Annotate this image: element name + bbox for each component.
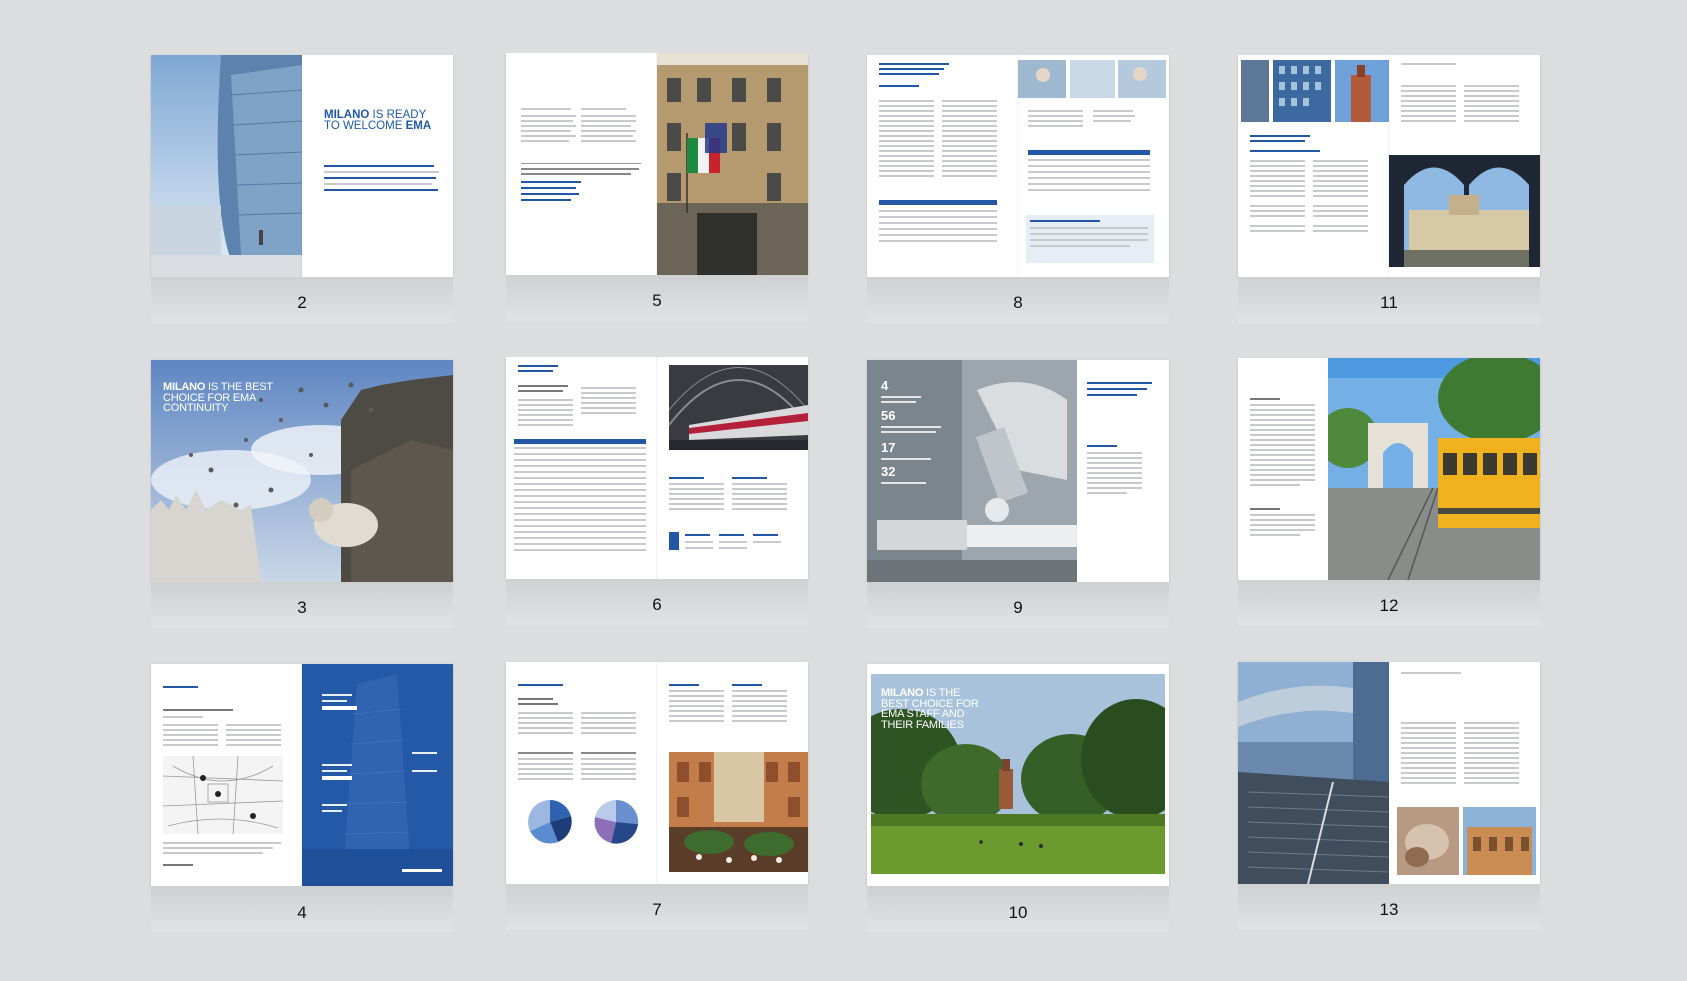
spread-page-7[interactable]	[506, 662, 808, 884]
university-photo	[1389, 155, 1540, 267]
spread-page-11[interactable]	[1238, 55, 1540, 277]
spread-page-6[interactable]	[506, 357, 808, 579]
staircase-photo	[1238, 662, 1389, 884]
text-page	[1389, 55, 1540, 277]
page-number: 4	[297, 903, 307, 922]
spread-page-9[interactable]: 4 56 17 32	[867, 360, 1169, 582]
page-number: 3	[297, 598, 307, 617]
text-page	[506, 662, 657, 884]
spread-page-5[interactable]	[506, 53, 808, 275]
page-number: 9	[1013, 598, 1023, 617]
lab-photo	[1018, 60, 1166, 98]
page-headline: MILANO IS READY TO WELCOME EMA	[324, 109, 432, 132]
text-page	[867, 55, 1018, 277]
building-photo	[151, 55, 302, 277]
text-page	[657, 357, 808, 579]
map-diagram	[163, 756, 283, 834]
stat-3: 17	[881, 440, 896, 455]
text-page	[506, 53, 657, 275]
page-number: 2	[297, 293, 307, 312]
stat-1: 4	[881, 378, 889, 393]
page-number: 13	[1379, 900, 1399, 919]
page-number: 10	[1008, 903, 1028, 922]
spread-page-2[interactable]: MILANO IS READY TO WELCOME EMA	[151, 55, 453, 277]
page-number: 6	[652, 595, 662, 614]
page-number: 12	[1379, 596, 1399, 615]
courtyard-photo	[669, 752, 808, 872]
pie-charts	[528, 799, 639, 844]
text-page	[1077, 360, 1169, 582]
text-page: MILANO IS READY TO WELCOME EMA	[302, 55, 453, 277]
page-headline: MILANO IS THE BEST CHOICE FOR EMA CONTIN…	[163, 381, 273, 414]
spread-page-4[interactable]	[151, 664, 453, 886]
stat-2: 56	[881, 408, 896, 423]
text-page	[1238, 55, 1389, 277]
page-number: 5	[652, 291, 662, 310]
blue-page	[302, 664, 453, 886]
text-page	[657, 662, 808, 884]
spread-page-12[interactable]	[1238, 358, 1540, 580]
page-number: 7	[652, 900, 662, 919]
stat-4: 32	[881, 464, 896, 479]
palazzo-photo	[657, 53, 808, 275]
spread-page-3[interactable]: MILANO IS THE BEST CHOICE FOR EMA CONTIN…	[151, 360, 453, 582]
art-photos	[1397, 807, 1536, 875]
text-page	[1018, 55, 1169, 277]
text-page	[1238, 358, 1328, 580]
text-page	[151, 664, 302, 886]
page-number: 8	[1013, 293, 1023, 312]
text-page	[1389, 662, 1540, 884]
page-headline: MILANO IS THE BEST CHOICE FOR EMA STAFF …	[881, 687, 979, 731]
page-number: 11	[1380, 293, 1398, 312]
tram-photo	[1328, 358, 1540, 580]
spread-page-10[interactable]: MILANO IS THE BEST CHOICE FOR EMA STAFF …	[867, 664, 1169, 886]
spread-page-8[interactable]	[867, 55, 1169, 277]
milan-photos	[1241, 60, 1389, 122]
text-page	[506, 357, 657, 579]
spread-page-13[interactable]	[1238, 662, 1540, 884]
microscope-photo: 4 56 17 32	[867, 360, 1077, 582]
train-photo	[669, 365, 808, 450]
